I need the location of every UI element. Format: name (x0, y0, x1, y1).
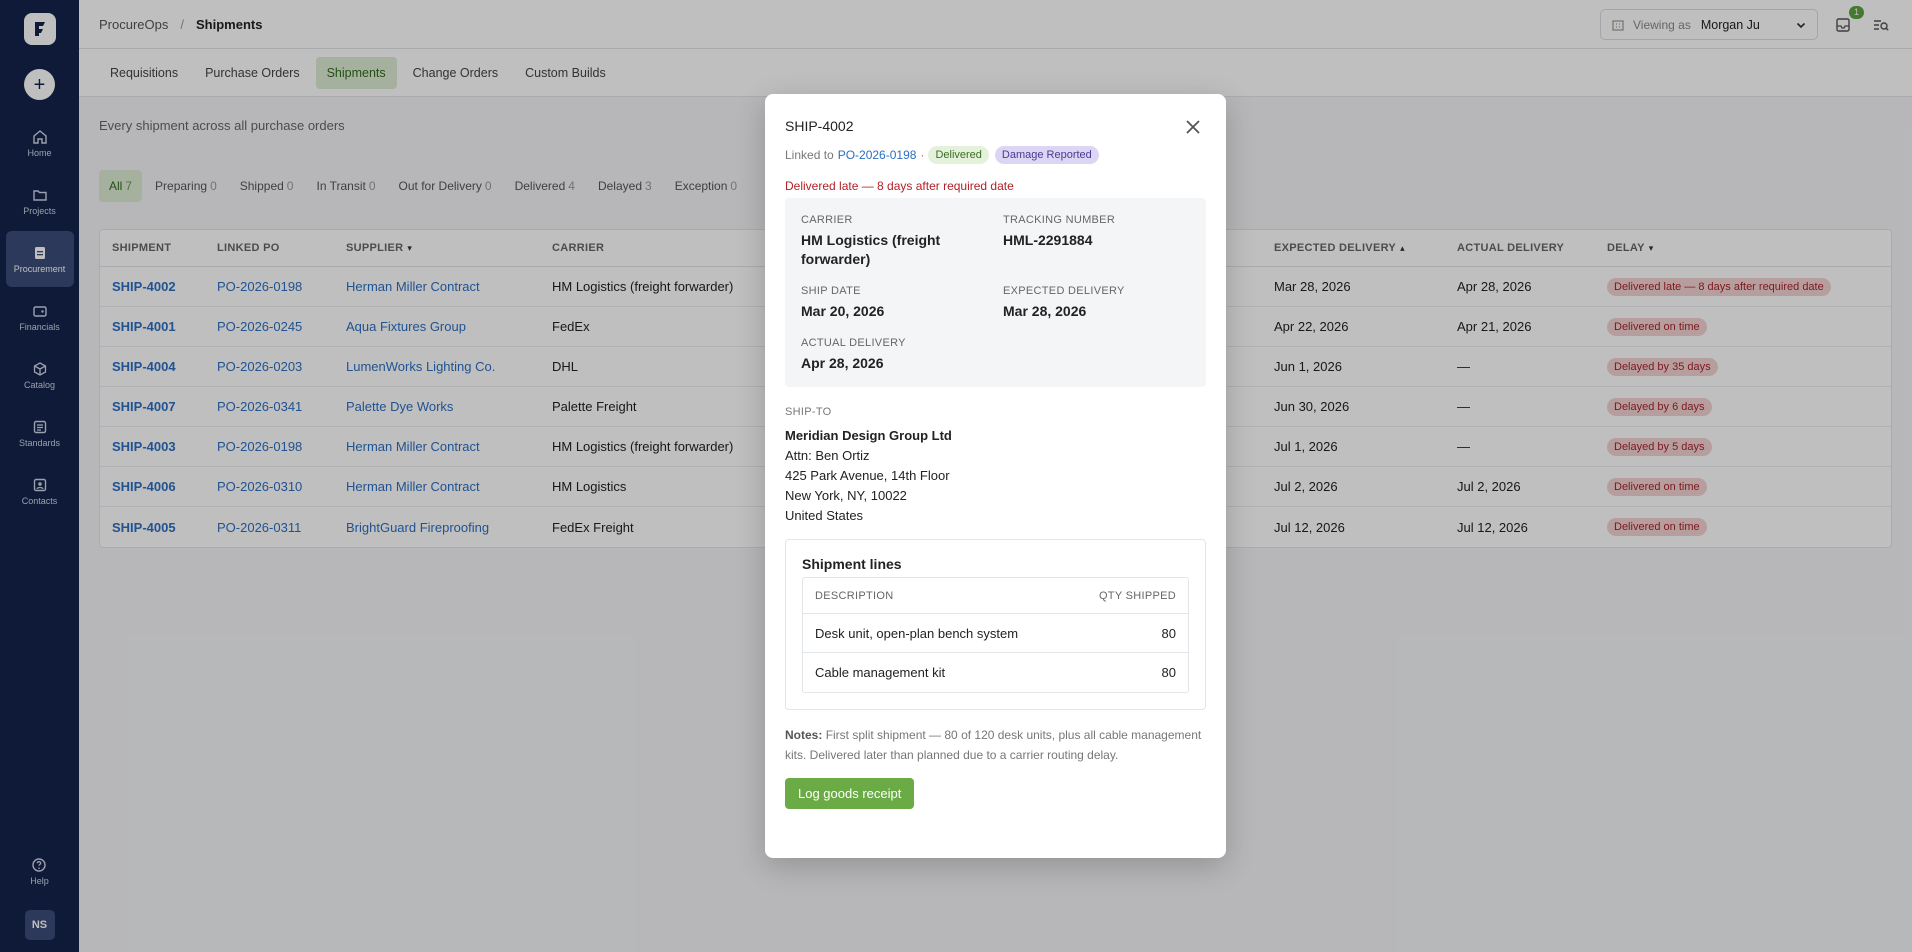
ship-date-value: Mar 20, 2026 (801, 303, 885, 319)
ship-to-heading: SHIP-TO (785, 406, 832, 418)
shipment-lines-table: DESCRIPTION QTY SHIPPED Desk unit, open-… (802, 577, 1189, 693)
line-description: Desk unit, open-plan bench system (815, 625, 1019, 641)
ship-date-field: SHIP DATE Mar 20, 2026 (801, 285, 1003, 321)
close-icon[interactable] (1184, 118, 1202, 136)
carrier-field: CARRIER HM Logistics (freight forwarder) (801, 214, 1003, 269)
carrier-value: HM Logistics (freight forwarder) (801, 232, 941, 267)
tracking-field: TRACKING NUMBER HML-2291884 (1003, 214, 1183, 269)
linked-po-link[interactable]: PO-2026-0198 (838, 148, 917, 162)
ship-to-attn: Attn: Ben Ortiz (785, 448, 870, 463)
line-qty: 80 (1161, 665, 1176, 680)
modal-title: SHIP-4002 (785, 118, 854, 134)
col-qty-shipped: QTY SHIPPED (1098, 589, 1176, 602)
late-message: Delivered late — 8 days after required d… (785, 179, 1014, 193)
status-badge: Delivered (928, 146, 989, 164)
line-qty: 80 (1161, 625, 1176, 641)
line-description: Cable management kit (815, 665, 946, 680)
linked-to-label: Linked to (785, 148, 834, 162)
notes-label: Notes: (785, 728, 823, 742)
linked-po-row: Linked to PO-2026-0198 · Delivered Damag… (785, 146, 1206, 164)
actual-delivery-field: ACTUAL DELIVERY Apr 28, 2026 (801, 337, 1003, 373)
expected-delivery-label: EXPECTED DELIVERY (1003, 285, 1125, 297)
separator-dot: · (920, 148, 925, 162)
expected-delivery-value: Mar 28, 2026 (1003, 303, 1087, 319)
ship-to-company: Meridian Design Group Ltd (785, 428, 952, 443)
carrier-label: CARRIER (801, 214, 853, 226)
ship-to-address: Meridian Design Group Ltd Attn: Ben Orti… (785, 426, 1206, 526)
actual-delivery-value: Apr 28, 2026 (801, 355, 884, 371)
shipment-lines-card: Shipment lines DESCRIPTION QTY SHIPPED D… (785, 539, 1206, 710)
ship-to-street: 425 Park Avenue, 14th Floor (785, 468, 950, 483)
notes-text: First split shipment — 80 of 120 desk un… (785, 728, 1202, 762)
line-item: Cable management kit 80 (803, 653, 1188, 692)
tracking-value: HML-2291884 (1003, 232, 1093, 248)
notes: Notes: First split shipment — 80 of 120 … (785, 725, 1206, 765)
expected-delivery-field: EXPECTED DELIVERY Mar 28, 2026 (1003, 285, 1183, 321)
line-item: Desk unit, open-plan bench system 80 (803, 614, 1188, 653)
shipment-lines-title: Shipment lines (802, 556, 902, 572)
ship-to-city: New York, NY, 10022 (785, 488, 907, 503)
ship-to-country: United States (785, 508, 864, 523)
shipment-detail-modal: SHIP-4002 Linked to PO-2026-0198 · Deliv… (765, 94, 1226, 858)
ship-date-label: SHIP DATE (801, 285, 861, 297)
log-goods-receipt-button[interactable]: Log goods receipt (785, 778, 915, 809)
tracking-label: TRACKING NUMBER (1003, 214, 1116, 226)
lines-header: DESCRIPTION QTY SHIPPED (803, 578, 1188, 614)
col-description: DESCRIPTION (815, 589, 894, 602)
actual-delivery-label: ACTUAL DELIVERY (801, 337, 906, 349)
damage-badge: Damage Reported (994, 146, 1099, 164)
shipment-info-panel: CARRIER HM Logistics (freight forwarder)… (785, 198, 1206, 387)
